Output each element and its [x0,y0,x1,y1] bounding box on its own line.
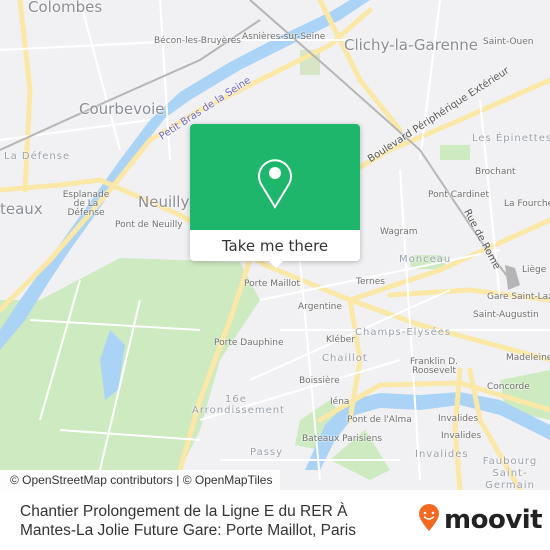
label-passy: Passy [250,447,284,458]
label-arrondissement: Arrondissement [192,405,285,416]
label-pont-cardinet: Pont Cardinet [428,190,490,200]
label-faubourg: Faubourg Saint-Germain [482,456,538,490]
label-kleber: Kléber [326,335,355,345]
label-asnieres: Asnières-sur-Seine [242,32,326,42]
label-boissiere: Boissière [299,376,340,386]
moovit-wordmark: moovit [444,505,543,535]
label-argentine: Argentine [298,302,342,312]
label-porte-maillot: Porte Maillot [244,279,301,289]
label-invalides-1: Invalides [438,414,479,424]
label-pont-alma: Pont de l'Alma [347,415,412,425]
label-franklin: Franklin D. Roosevelt [409,357,458,376]
label-clichy: Clichy-la-Garenne [344,36,479,54]
park-epinettes [440,145,470,160]
label-monceau: Monceau [399,254,452,265]
label-iena: Iéna [330,397,350,407]
label-madeleine: Madeleine [506,353,550,363]
road-defense [0,177,103,193]
label-invalides-district: Invalides [415,449,469,460]
label-puteaux: teaux [0,200,43,218]
gare-saint-lazare-building [505,265,520,290]
label-esplanade: Esplanade de La Défense [62,190,110,218]
label-la-fourche: La Fourche [504,199,550,209]
label-concorde: Concorde [487,382,530,392]
take-me-there-button[interactable]: Take me there [190,230,360,261]
label-invalides-2: Invalides [441,431,482,441]
map[interactable]: Colombes Bécon-les-Bruyères Asnières-sur… [0,0,550,490]
label-saint-ouen: Saint-Ouen [483,37,534,47]
label-champs-elysees: Champs-Elysées [355,327,452,338]
label-brochant: Brochant [475,167,516,177]
label-les-epinettes: Les Épinettes [472,133,550,144]
map-attribution[interactable]: © OpenStreetMap contributors | © OpenMap… [0,470,281,490]
moovit-logo[interactable]: moovit [418,504,543,536]
label-bateaux-parisiens: Bateaux Parisiens [302,434,383,444]
label-saint-augustin: Saint-Augustin [473,310,539,320]
footer: Chantier Prolongement de la Ligne E du R… [0,490,550,550]
label-liege: Liège [522,265,547,275]
label-porte-dauphine: Porte Dauphine [214,338,284,348]
location-popup: Take me there [190,124,360,268]
label-courbevoie: Courbevoie [79,100,165,118]
label-wagram: Wagram [380,227,418,237]
label-16e: 16e [225,394,247,405]
place-title: Chantier Prolongement de la Ligne E du R… [20,503,356,539]
road-invalides [452,367,463,490]
label-ternes: Ternes [356,277,385,287]
label-becon: Bécon-les-Bruyères [154,36,241,46]
label-la-defense: La Défense [4,151,71,162]
label-pont-neuilly: Pont de Neuilly [115,220,183,230]
label-neuilly: Neuilly- [138,193,195,211]
label-gare-saint-lazare: Gare Saint-Lazare [487,292,550,302]
popup-header [190,124,360,230]
map-pin-icon [256,154,294,214]
popup-arrow [268,260,284,268]
label-colombes: Colombes [28,0,103,16]
label-chaillot: Chaillot [322,353,368,364]
moovit-pin-icon [418,504,440,536]
